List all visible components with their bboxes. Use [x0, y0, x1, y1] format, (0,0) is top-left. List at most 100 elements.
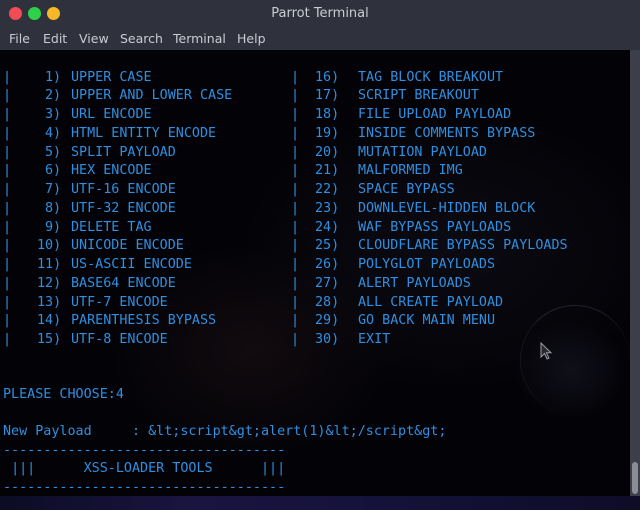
option-label: SCRIPT BREAKOUT [358, 88, 479, 104]
option-number: 4) [45, 125, 62, 141]
option-number: 23) [315, 200, 340, 216]
border-left: | [3, 200, 12, 216]
border-middle: | [291, 125, 300, 141]
option-label: HEX ENCODE [71, 163, 152, 179]
border-middle: | [291, 69, 300, 85]
menu-edit[interactable]: Edit [43, 31, 67, 46]
banner-rule-top: ----------------------------------- [3, 443, 286, 458]
option-number: 6) [45, 163, 62, 179]
option-number: 8) [45, 200, 62, 216]
payload-label: New Payload [3, 424, 92, 439]
border-middle: | [291, 107, 300, 122]
option-number: 9) [45, 219, 62, 235]
border-middle: | [291, 219, 300, 235]
border-left: | [3, 144, 12, 160]
option-number: 18) [315, 107, 340, 122]
menu-file[interactable]: File [9, 31, 30, 46]
terminal-window: Parrot Terminal File Edit View Search Te… [0, 0, 640, 510]
option-label: FILE UPLOAD PAYLOAD [358, 107, 512, 122]
option-label: POLYGLOT PAYLOADS [358, 257, 496, 272]
option-number: 11) [37, 257, 62, 272]
option-number: 1) [45, 69, 62, 85]
border-middle: | [291, 257, 300, 272]
terminal-output[interactable]: | 1) UPPER CASE | 16) TAG BLOCK BREAKOUT | 2) UP… [0, 50, 630, 496]
option-number: 26) [315, 257, 340, 272]
option-label: GO BACK MAIN MENU [358, 313, 496, 329]
option-label: ALL CREATE PAYLOAD [358, 294, 504, 310]
border-middle: | [291, 144, 300, 160]
menu-bar: File Edit View Search Terminal Help [0, 28, 640, 50]
menu-search[interactable]: Search [120, 31, 163, 46]
option-number: 30) [315, 332, 340, 347]
border-left: | [3, 332, 12, 347]
menu-view[interactable]: View [79, 31, 109, 46]
payload-value: &lt;script&gt;alert(1)&lt;/script&gt; [148, 424, 447, 439]
banner-rule-bottom: ----------------------------------- [3, 480, 286, 495]
border-middle: | [291, 238, 300, 254]
option-label: MUTATION PAYLOAD [358, 144, 487, 160]
choose-prompt: PLEASE CHOOSE:4 [3, 386, 124, 405]
border-left: | [3, 163, 12, 179]
option-number: 24) [315, 219, 340, 235]
border-middle: | [291, 275, 300, 291]
option-label: UTF-8 ENCODE [71, 332, 168, 347]
option-label: TAG BLOCK BREAKOUT [358, 69, 504, 85]
option-label: EXIT [358, 332, 391, 347]
scrollbar-thumb[interactable] [632, 462, 638, 494]
option-label: SPACE BYPASS [358, 182, 455, 197]
option-number: 29) [315, 313, 340, 329]
option-number: 28) [315, 294, 340, 310]
border-left: | [3, 238, 12, 254]
option-number: 22) [315, 182, 340, 197]
option-label: PARENTHESIS BYPASS [71, 313, 217, 329]
border-left: | [3, 313, 12, 329]
option-number: 13) [37, 294, 62, 310]
banner-line: ||| XSS-LOADER TOOLS ||| [3, 460, 285, 479]
title-bar[interactable]: Parrot Terminal [0, 0, 640, 28]
option-label: WAF BYPASS PAYLOADS [358, 219, 512, 235]
option-number: 17) [315, 88, 340, 104]
option-label: UNICODE ENCODE [71, 238, 184, 254]
border-middle: | [291, 163, 300, 179]
option-label: SPLIT PAYLOAD [71, 144, 176, 160]
option-number: 15) [37, 332, 62, 347]
border-left: | [3, 294, 12, 310]
border-left: | [3, 219, 12, 235]
option-number: 3) [45, 107, 62, 122]
menu-terminal[interactable]: Terminal [173, 31, 226, 46]
option-number: 5) [45, 144, 62, 160]
menu-help[interactable]: Help [237, 31, 266, 46]
option-label: URL ENCODE [71, 107, 152, 122]
prompt-value: 4 [115, 387, 124, 402]
option-number: 25) [315, 238, 340, 254]
border-middle: | [291, 182, 300, 197]
option-number: 7) [45, 182, 62, 197]
option-label: ALERT PAYLOADS [358, 275, 471, 291]
scrollbar[interactable] [630, 50, 640, 496]
option-number: 2) [45, 88, 62, 104]
border-middle: | [291, 88, 300, 104]
option-label: UPPER AND LOWER CASE [71, 88, 233, 104]
option-label: UTF-7 ENCODE [71, 294, 168, 310]
border-left: | [3, 182, 12, 197]
border-left: | [3, 275, 12, 291]
option-label: HTML ENTITY ENCODE [71, 125, 217, 141]
banner-title: XSS-LOADER TOOLS [83, 461, 213, 476]
banner-left: ||| [11, 461, 36, 476]
new-payload-line: New Payload : &lt;script&gt;alert(1)&lt;… [3, 423, 446, 442]
option-label: MALFORMED IMG [358, 163, 463, 179]
option-label: CLOUDFLARE BYPASS PAYLOADS [358, 238, 568, 254]
border-left: | [3, 69, 12, 85]
option-label: DELETE TAG [71, 219, 152, 235]
option-label: UTF-16 ENCODE [71, 182, 176, 197]
desktop-background [0, 496, 640, 510]
option-number: 16) [315, 69, 340, 85]
option-label: UPPER CASE [71, 69, 152, 85]
option-number: 14) [37, 313, 62, 329]
option-number: 21) [315, 163, 340, 179]
option-number: 20) [315, 144, 340, 160]
prompt-label: PLEASE CHOOSE: [3, 387, 116, 402]
option-label: BASE64 ENCODE [71, 275, 176, 291]
option-label: US-ASCII ENCODE [71, 257, 192, 272]
option-number: 12) [37, 275, 62, 291]
